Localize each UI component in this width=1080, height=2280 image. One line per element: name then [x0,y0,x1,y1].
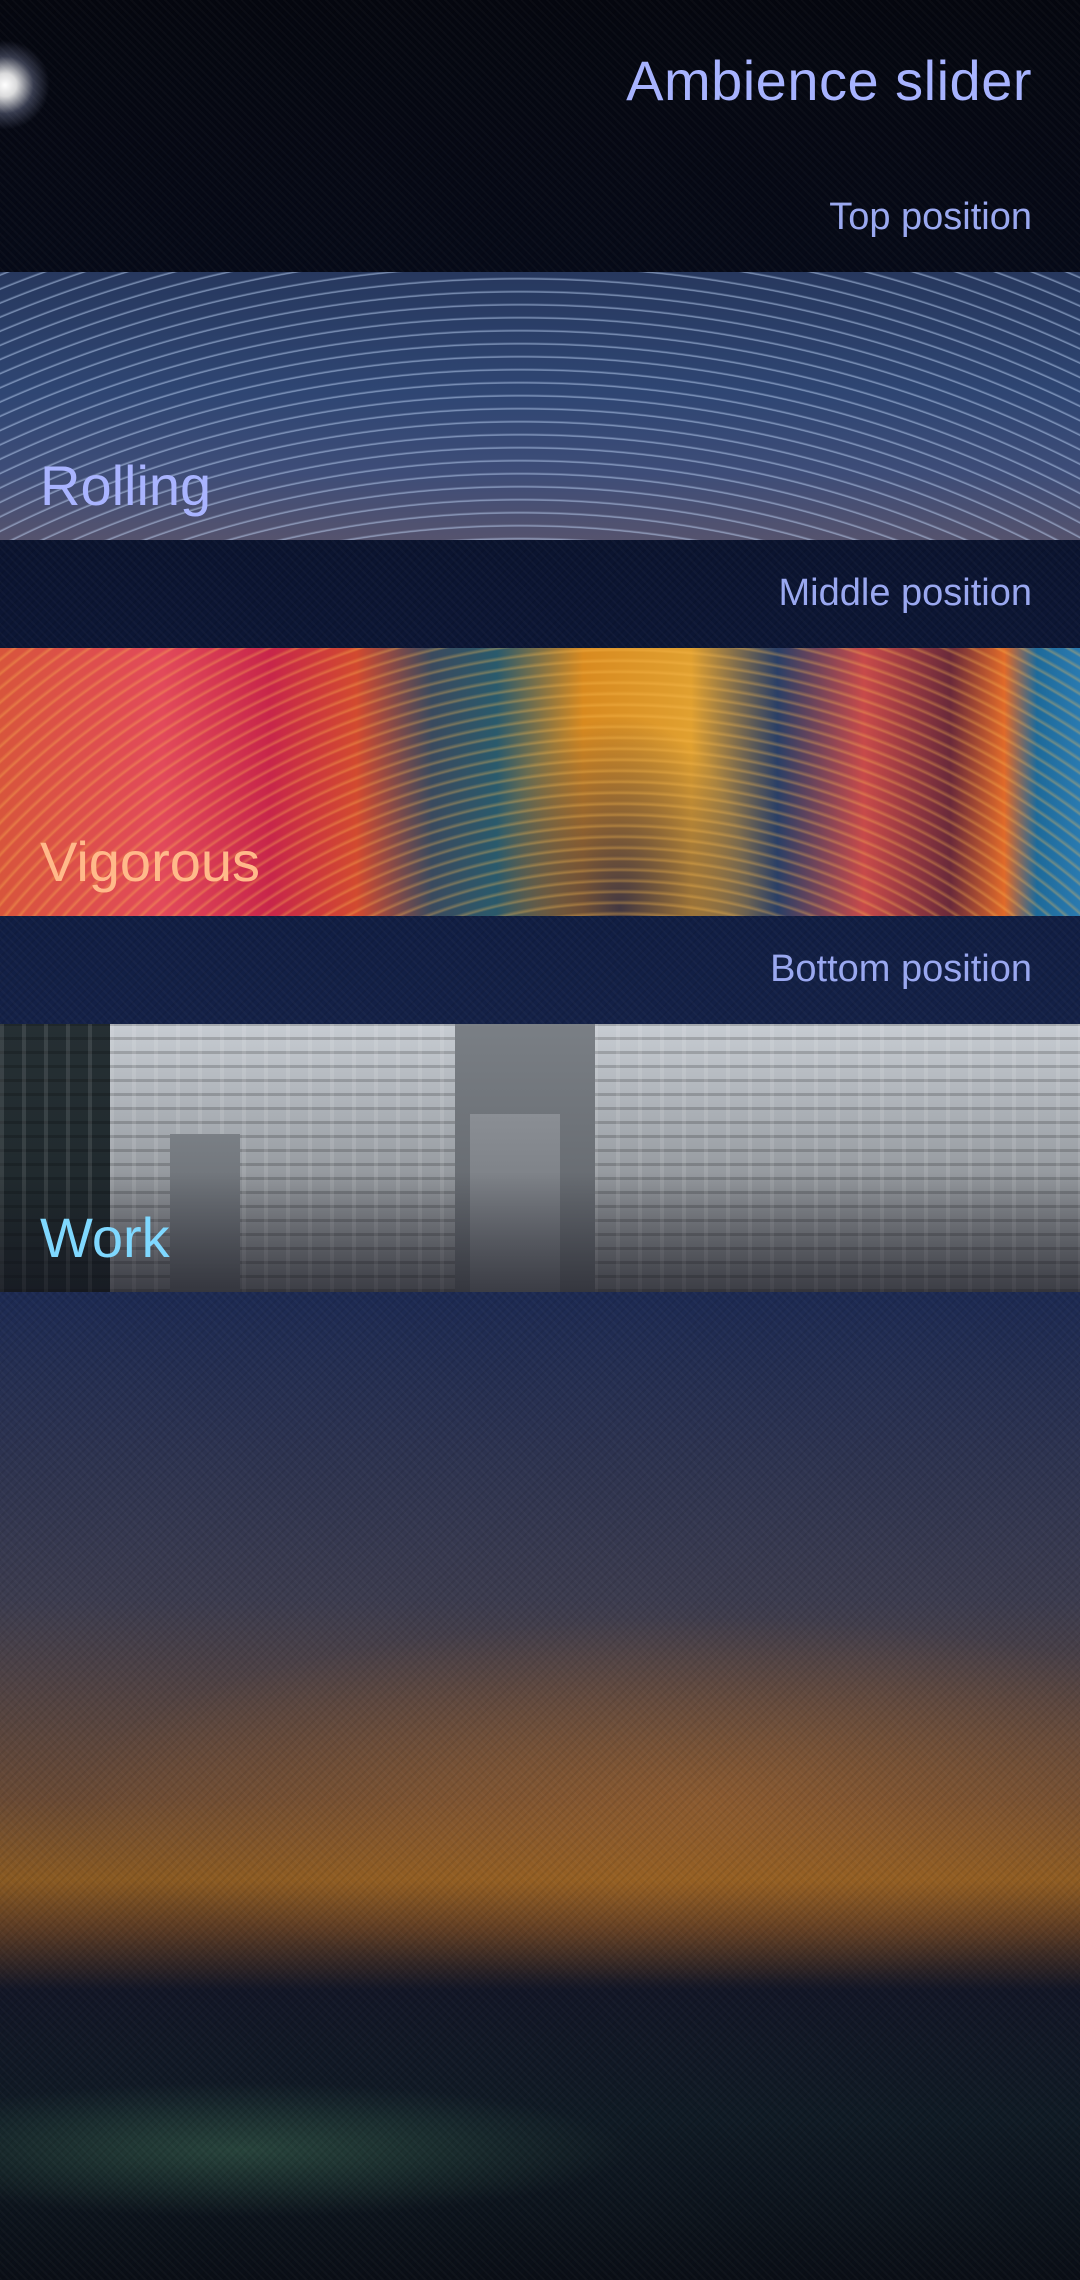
ambience-item-vigorous[interactable]: Vigorous [0,648,1080,916]
pulley-glow-indicator [0,40,50,130]
section-header-middle: Middle position [778,572,1032,614]
ambience-item-rolling[interactable]: Rolling [0,272,1080,540]
page-title: Ambience slider [626,49,1032,112]
ambience-item-work[interactable]: Work [0,1024,1080,1292]
ambience-name: Vigorous [40,830,261,893]
section-header-top: Top position [829,196,1032,238]
ambience-name: Work [40,1206,170,1269]
section-header-bottom: Bottom position [770,948,1032,990]
ambience-name: Rolling [40,454,212,517]
